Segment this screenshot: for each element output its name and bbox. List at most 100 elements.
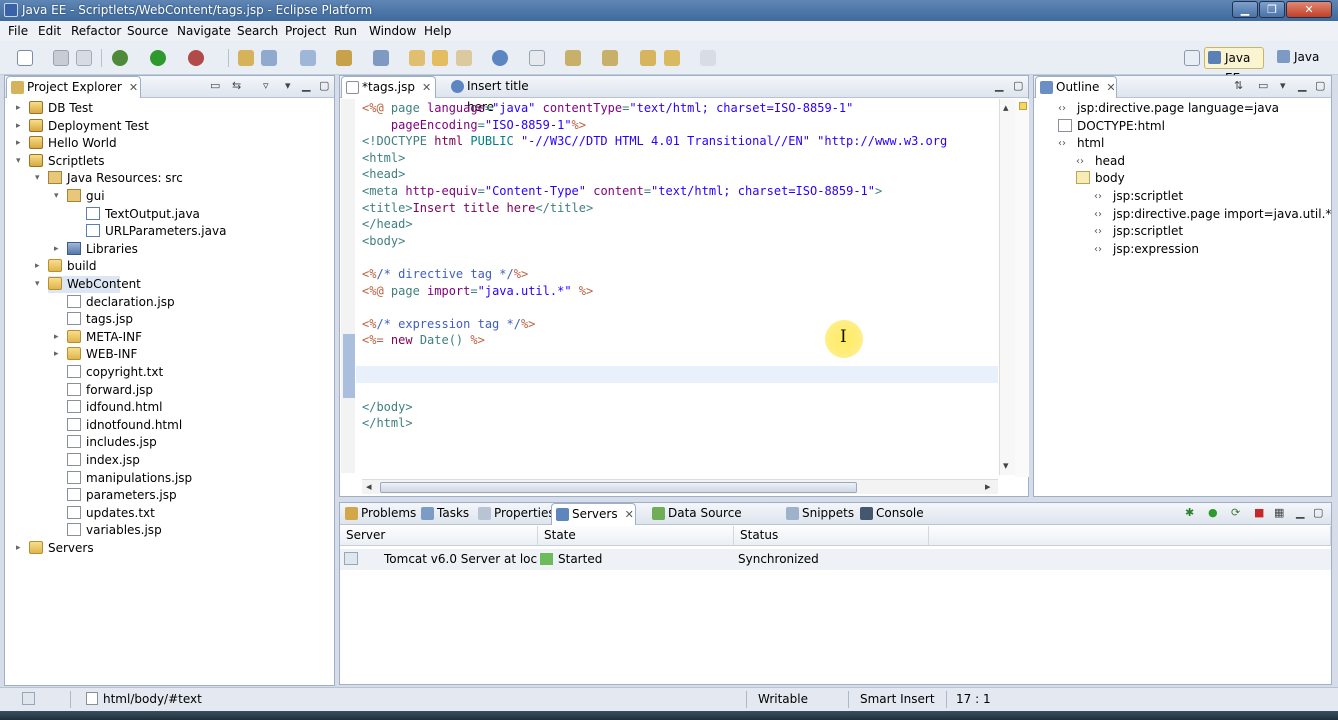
maximize-view-icon[interactable]: ▢ [319,79,329,92]
minimize-view-icon[interactable]: ▁ [302,79,310,92]
close-tab-icon[interactable]: ✕ [129,77,138,98]
tab-console[interactable]: Console [856,503,924,525]
debug-icon[interactable] [112,50,128,66]
view-menu-icon[interactable]: ▾ [1280,79,1286,92]
maximize-button[interactable]: ❐ [1259,1,1285,18]
close-tab-icon[interactable]: ✕ [1106,77,1115,98]
collapse-all-icon[interactable]: ▭ [1258,79,1268,92]
scroll-down-icon[interactable]: ▾ [1003,459,1009,472]
collapsed-icon[interactable]: ▸ [54,241,59,257]
tab-project-explorer[interactable]: Project Explorer ✕ [6,76,141,98]
expanded-icon[interactable]: ▾ [16,153,21,169]
new-icon[interactable] [17,50,33,66]
menu-source[interactable]: Source [127,24,168,38]
web-browser-icon[interactable] [492,50,508,66]
maximize-view-icon[interactable]: ▢ [1315,79,1325,92]
debug-server-icon[interactable]: ✱ [1185,506,1194,519]
scroll-up-icon[interactable]: ▴ [1003,101,1009,114]
collapsed-icon[interactable]: ▸ [16,135,21,151]
search-icon[interactable] [456,50,472,66]
close-tab-icon[interactable]: ✕ [422,77,431,98]
expanded-icon[interactable]: ▾ [35,276,40,292]
start-server-icon[interactable]: ● [1208,506,1218,519]
previous-annotation-icon[interactable] [602,50,618,66]
expanded-icon[interactable]: ▾ [54,188,59,204]
minimize-view-icon[interactable]: ▁ [1298,79,1306,92]
tab-servers[interactable]: Servers ✕ [551,503,636,525]
minimize-editor-icon[interactable]: ▁ [995,79,1003,92]
new-web-project-icon[interactable] [261,50,277,66]
menu-edit[interactable]: Edit [38,24,61,38]
menu-project[interactable]: Project [285,24,326,38]
open-type-icon[interactable] [300,50,316,66]
external-tools-icon[interactable] [188,50,204,66]
scroll-right-icon[interactable]: ▸ [985,480,991,493]
collapsed-icon[interactable]: ▸ [16,540,21,556]
back-icon[interactable] [664,50,680,66]
open-perspective-icon[interactable] [1184,50,1200,66]
menu-search[interactable]: Search [237,24,278,38]
menu-help[interactable]: Help [424,24,451,38]
collapse-all-icon[interactable]: ▭ [210,79,220,92]
maximize-view-icon[interactable]: ▢ [1313,506,1323,519]
perspective-java-ee[interactable]: Java EE [1204,47,1264,85]
window-titlebar[interactable]: Java EE - Scriptlets/WebContent/tags.jsp… [0,0,1338,21]
status-fast-view-icon[interactable] [22,692,35,705]
menu-navigate[interactable]: Navigate [177,24,231,38]
menu-file[interactable]: File [8,24,28,38]
column-header-server[interactable]: Server [340,526,538,546]
overview-marker[interactable] [1019,102,1027,110]
open-task-icon[interactable] [336,50,352,66]
scroll-left-icon[interactable]: ◂ [366,480,372,493]
forward-icon[interactable] [700,50,716,66]
new-server-icon[interactable] [238,50,254,66]
minimize-button[interactable]: ▁ [1232,1,1258,18]
tab-snippets[interactable]: Snippets [782,503,854,525]
tab-problems[interactable]: Problems [341,503,416,525]
open-file-icon[interactable] [432,50,448,66]
menu-window[interactable]: Window [369,24,416,38]
column-header-status[interactable]: Status [734,526,929,546]
profile-server-icon[interactable]: ⟳ [1231,506,1240,519]
code-text-area[interactable]: <%@ page language="java" contentType="te… [362,100,999,475]
collapsed-icon[interactable]: ▸ [16,100,21,116]
collapsed-icon[interactable]: ▸ [54,329,59,345]
tab-properties[interactable]: Properties [474,503,555,525]
collapsed-icon[interactable]: ▸ [54,346,59,362]
tab-tags-jsp[interactable]: *tags.jsp ✕ [341,76,436,98]
collapsed-icon[interactable]: ▸ [35,258,40,274]
tree-item[interactable]: ▾ WebContent [35,276,141,293]
collapsed-icon[interactable]: ▸ [16,118,21,134]
perspective-java[interactable]: Java [1274,47,1334,69]
open-folder-icon[interactable] [409,50,425,66]
view-menu-icon[interactable]: ▿ [263,79,269,92]
tab-data-source-explorer[interactable]: Data Source Explorer [648,503,779,541]
close-window-button[interactable]: ✕ [1286,1,1332,18]
next-annotation-icon[interactable] [565,50,581,66]
tab-outline[interactable]: Outline ✕ [1035,76,1117,98]
close-tab-icon[interactable]: ✕ [625,504,634,525]
horizontal-scroll-thumb[interactable] [380,482,857,493]
publish-icon[interactable]: ▦ [1274,506,1284,519]
view-menu-dropdown-icon[interactable]: ▾ [285,79,291,92]
editor-horizontal-scrollbar[interactable]: ◂ ▸ [362,479,998,494]
menu-run[interactable]: Run [334,24,357,38]
stop-server-icon[interactable]: ■ [1254,506,1264,519]
tab-tasks[interactable]: Tasks [417,503,472,525]
print-icon[interactable] [76,50,92,66]
maximize-editor-icon[interactable]: ▢ [1013,79,1023,92]
editor-vertical-scrollbar[interactable]: ▴ ▾ [999,99,1015,475]
open-resource-icon[interactable] [373,50,389,66]
table-row[interactable]: Tomcat v6.0 Server at localho: Started S… [340,549,1331,570]
save-icon[interactable] [53,50,69,66]
sort-icon[interactable]: ⇅ [1234,79,1243,92]
link-with-editor-icon[interactable]: ⇆ [232,79,241,92]
last-edit-location-icon[interactable] [640,50,656,66]
run-icon[interactable] [150,50,166,66]
column-header-state[interactable]: State [538,526,734,546]
expanded-icon[interactable]: ▾ [35,170,40,186]
minimize-view-icon[interactable]: ▁ [1296,506,1304,519]
menu-refactor[interactable]: Refactor [71,24,121,38]
annotation-icon[interactable] [529,50,545,66]
tab-web-browser[interactable]: Insert title here [447,76,555,114]
